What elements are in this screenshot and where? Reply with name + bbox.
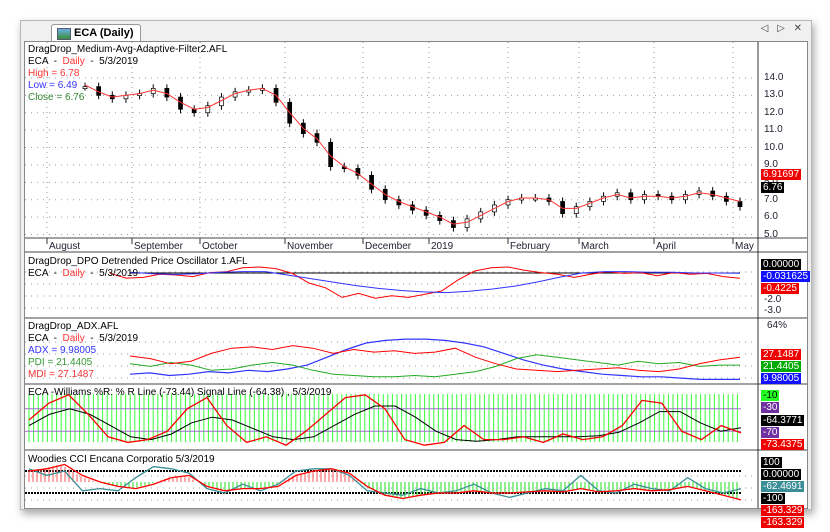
month-label: November xyxy=(287,241,334,252)
mdi-line xyxy=(129,345,741,373)
month-label: December xyxy=(365,241,412,252)
candle-body xyxy=(683,194,688,201)
wr-level-tag: -70 xyxy=(761,427,780,438)
chart-icon xyxy=(57,28,71,40)
chart-area[interactable]: DragDrop_Medium-Avg-Adaptive-Filter2.AFL… xyxy=(24,41,811,528)
month-label: 2019 xyxy=(431,241,454,252)
chart-canvas[interactable] xyxy=(25,42,807,508)
adx-value: ADX = 9.98005 xyxy=(28,345,97,356)
window-controls[interactable]: ◁ ▷ ✕ xyxy=(761,23,805,34)
candle-body xyxy=(737,201,743,208)
candle-body xyxy=(191,108,197,114)
adx-axis-top: 64% xyxy=(767,320,788,331)
wr-level-tag: -30 xyxy=(761,402,780,413)
williams-pane-title: ECA -Williams %R: % R Line (-73.44) Sign… xyxy=(28,387,332,398)
price-axis-label: 12.0 xyxy=(764,106,784,118)
candle-body xyxy=(628,192,634,201)
price-axis-label: 6.0 xyxy=(764,211,778,223)
pdi-tag: 21.4405 xyxy=(761,361,802,372)
pdi-line xyxy=(129,354,740,378)
month-label: October xyxy=(202,241,238,252)
adx-line xyxy=(129,338,740,380)
price-axis-label: 5.0 xyxy=(764,228,778,240)
dpo-ma-line xyxy=(129,271,741,294)
price-axis-label: 11.0 xyxy=(764,124,783,136)
candle-body xyxy=(82,86,88,89)
month-label: March xyxy=(581,241,609,252)
cci-turbo-tag: -163.329 xyxy=(761,517,805,528)
candle-body xyxy=(464,218,470,228)
adx-tag: 9.98005 xyxy=(761,373,802,384)
low-value: Low = 6.49 xyxy=(28,80,78,91)
close-value: Close = 6.76 xyxy=(28,92,85,103)
dpo-symbol-line: ECA - Daily - 5/3/2019 xyxy=(28,268,139,279)
price-axis-label: 7.0 xyxy=(764,193,778,205)
mdi-tag: 27.1487 xyxy=(761,349,802,360)
price-axis-label: 10.0 xyxy=(764,141,784,153)
price-pane-title: DragDrop_Medium-Avg-Adaptive-Filter2.AFL xyxy=(28,44,228,55)
mdi-value: MDI = 27.1487 xyxy=(28,369,94,380)
wr-value-tag: -73.4375 xyxy=(761,439,805,450)
cci-turbo-tag: -163.329 xyxy=(761,505,805,516)
cci-zero-tag: 0.00000 xyxy=(761,469,802,480)
wr-signal-tag: -64.3771 xyxy=(761,415,805,426)
month-label: April xyxy=(656,241,677,252)
month-label: August xyxy=(49,241,81,252)
candle-body xyxy=(710,190,716,197)
dpo-axis-label: -3.0 xyxy=(764,305,782,316)
cci-value-tag: -62.4691 xyxy=(761,481,805,492)
candle-body xyxy=(369,175,374,190)
dpo-pane-title: DragDrop_DPO Detrended Price Oscillator … xyxy=(28,256,248,267)
price-axis-label: 13.0 xyxy=(764,89,784,101)
month-label: February xyxy=(510,241,551,252)
dpo-value-tag: -0.4225 xyxy=(761,283,799,294)
price-axis-label: 14.0 xyxy=(764,71,784,83)
dpo-ma-tag: -0.031625 xyxy=(761,271,811,282)
close-value-tag: 6.76 xyxy=(761,182,785,193)
tab-eca-daily[interactable]: ECA (Daily) xyxy=(51,24,141,42)
cci-pane-title: Woodies CCI Encana Corporatio 5/3/2019 xyxy=(28,454,215,465)
cci-level-tag: -100 xyxy=(761,493,786,504)
candle-body xyxy=(164,88,170,98)
candle-body xyxy=(642,194,647,201)
filter-value-tag: 6.91697 xyxy=(761,169,802,180)
chart-window: ECA (Daily) ◁ ▷ ✕ DragDrop_Medium-Avg-Ad… xyxy=(20,20,812,528)
wr-level-tag: -10 xyxy=(761,390,780,401)
cci-level-tag: 100 xyxy=(761,457,782,468)
adx-pane-title: DragDrop_ADX.AFL xyxy=(28,321,119,332)
adx-symbol-line: ECA - Daily - 5/3/2019 xyxy=(28,333,139,344)
dpo-zero-tag: 0.00000 xyxy=(761,259,802,270)
high-value: High = 6.78 xyxy=(28,68,80,79)
price-pane-symbol-line: ECA - Daily - 5/3/2019 xyxy=(28,56,139,67)
month-label: May xyxy=(735,241,754,252)
pdi-value: PDI = 21.4405 xyxy=(28,357,93,368)
month-label: September xyxy=(134,241,183,252)
dpo-axis-label: -2.0 xyxy=(764,294,782,305)
